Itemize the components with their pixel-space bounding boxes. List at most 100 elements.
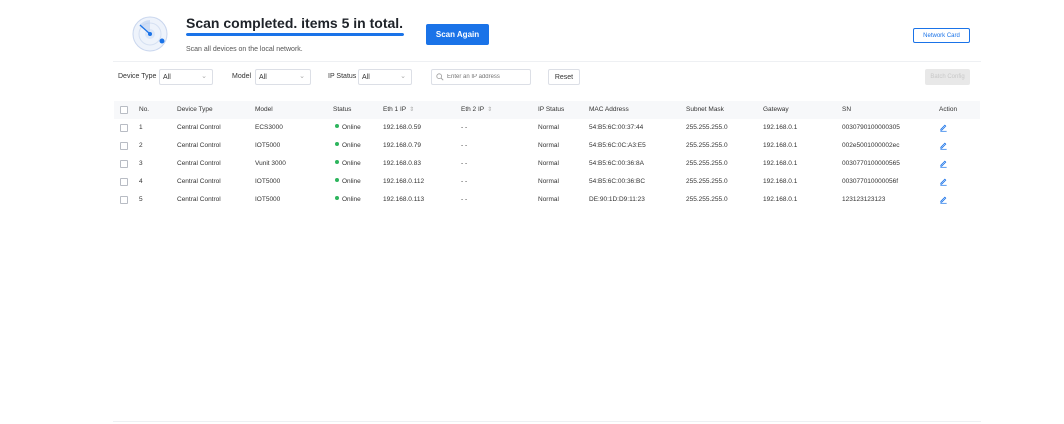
cell-eth2-ip: - - (461, 124, 468, 131)
model-select[interactable]: All ⌄ (255, 69, 311, 85)
batch-config-button[interactable]: Batch Config (925, 69, 970, 85)
cell-mac: 54:B5:6C:00:36:8A (589, 160, 644, 167)
cell-ip-status: Normal (538, 142, 559, 149)
scan-progress-bar (186, 33, 404, 36)
col-sn: SN (842, 106, 852, 113)
row-checkbox[interactable] (120, 196, 128, 204)
row-checkbox[interactable] (120, 124, 128, 132)
cell-no: 5 (139, 196, 143, 203)
cell-device-type: Central Control (177, 196, 221, 203)
cell-ip-status: Normal (538, 160, 559, 167)
col-eth1-label: Eth 1 IP (383, 106, 407, 113)
ip-search-input[interactable] (447, 74, 527, 80)
cell-mac: 54:B5:6C:00:36:BC (589, 178, 646, 185)
edit-icon[interactable] (939, 123, 948, 132)
cell-eth2-ip: - - (461, 142, 468, 149)
cell-sn: 003077010000056f (842, 178, 899, 185)
edit-icon[interactable] (939, 177, 948, 186)
cell-mac: 54:B5:6C:00:37:44 (589, 124, 644, 131)
search-icon (436, 73, 444, 81)
cell-eth2-ip: - - (461, 178, 468, 185)
cell-ip-status: Normal (538, 178, 559, 185)
chevron-down-icon: ⌄ (299, 73, 305, 80)
edit-icon[interactable] (939, 141, 948, 150)
reset-button[interactable]: Reset (548, 69, 580, 85)
col-eth1-ip[interactable]: Eth 1 IP ⇕ (383, 101, 414, 119)
chevron-down-icon: ⌄ (400, 73, 406, 80)
table-row: 4 Central Control IOT5000 Online 192.168… (114, 173, 980, 191)
scan-progress-fill (186, 33, 404, 36)
header-divider (113, 61, 981, 62)
row-checkbox[interactable] (120, 178, 128, 186)
cell-gateway: 192.168.0.1 (763, 142, 798, 149)
cell-ip-status: Normal (538, 124, 559, 131)
status-text: Online (342, 142, 361, 149)
col-device-type: Device Type (177, 106, 213, 113)
footer-divider (113, 421, 981, 422)
scan-header: Scan completed. items 5 in total. Scan a… (0, 0, 1064, 62)
ip-search-field[interactable] (431, 69, 531, 85)
model-label: Model (232, 73, 252, 80)
cell-device-type: Central Control (177, 160, 221, 167)
device-type-label: Device Type (118, 73, 157, 80)
edit-icon[interactable] (939, 195, 948, 204)
scan-again-button[interactable]: Scan Again (426, 24, 489, 45)
col-action: Action (939, 106, 958, 113)
cell-sn: 0030770100000565 (842, 160, 900, 167)
online-status-dot (335, 124, 339, 129)
cell-subnet-mask: 255.255.255.0 (686, 124, 728, 131)
cell-no: 4 (139, 178, 143, 185)
online-status-dot (335, 196, 339, 201)
cell-gateway: 192.168.0.1 (763, 196, 798, 203)
col-status: Status (333, 106, 352, 113)
network-card-button[interactable]: Network Card (913, 28, 970, 43)
cell-gateway: 192.168.0.1 (763, 178, 798, 185)
scan-subtitle: Scan all devices on the local network. (186, 46, 303, 53)
cell-gateway: 192.168.0.1 (763, 124, 798, 131)
cell-sn: 002e5001000002ec (842, 142, 900, 149)
col-model: Model (255, 106, 273, 113)
cell-status: Online (335, 137, 361, 155)
row-checkbox[interactable] (120, 142, 128, 150)
online-status-dot (335, 178, 339, 183)
cell-mac: DE:90:1D:D9:11:23 (589, 196, 645, 203)
status-text: Online (342, 178, 361, 185)
device-type-select[interactable]: All ⌄ (159, 69, 213, 85)
col-gateway: Gateway (763, 106, 789, 113)
cell-ip-status: Normal (538, 196, 559, 203)
chevron-down-icon: ⌄ (201, 73, 207, 80)
col-subnet-mask: Subnet Mask (686, 106, 724, 113)
edit-icon[interactable] (939, 159, 948, 168)
cell-eth1-ip: 192.168.0.59 (383, 124, 421, 131)
cell-model: IOT5000 (255, 142, 281, 149)
sort-icon: ⇕ (487, 107, 493, 113)
cell-subnet-mask: 255.255.255.0 (686, 142, 728, 149)
cell-no: 3 (139, 160, 143, 167)
cell-sn: 0030790100000305 (842, 124, 900, 131)
cell-sn: 123123123123 (842, 196, 886, 203)
cell-model: IOT5000 (255, 196, 281, 203)
cell-model: ECS3000 (255, 124, 283, 131)
cell-status: Online (335, 155, 361, 173)
cell-status: Online (335, 173, 361, 191)
cell-status: Online (335, 191, 361, 209)
cell-no: 2 (139, 142, 143, 149)
cell-mac: 54:B5:6C:0C:A3:E5 (589, 142, 646, 149)
ip-status-select[interactable]: All ⌄ (358, 69, 412, 85)
row-checkbox[interactable] (120, 160, 128, 168)
status-text: Online (342, 196, 361, 203)
cell-no: 1 (139, 124, 143, 131)
sort-icon: ⇕ (409, 107, 415, 113)
cell-eth1-ip: 192.168.0.79 (383, 142, 421, 149)
cell-subnet-mask: 255.255.255.0 (686, 160, 728, 167)
status-text: Online (342, 160, 361, 167)
col-eth2-label: Eth 2 IP (461, 106, 485, 113)
cell-device-type: Central Control (177, 178, 221, 185)
device-type-value: All (163, 73, 171, 81)
cell-eth1-ip: 192.168.0.113 (383, 196, 425, 203)
col-eth2-ip[interactable]: Eth 2 IP ⇕ (461, 101, 492, 119)
online-status-dot (335, 160, 339, 165)
select-all-checkbox[interactable] (120, 106, 128, 114)
table-row: 3 Central Control Vunit 3000 Online 192.… (114, 155, 980, 173)
status-text: Online (342, 124, 361, 131)
